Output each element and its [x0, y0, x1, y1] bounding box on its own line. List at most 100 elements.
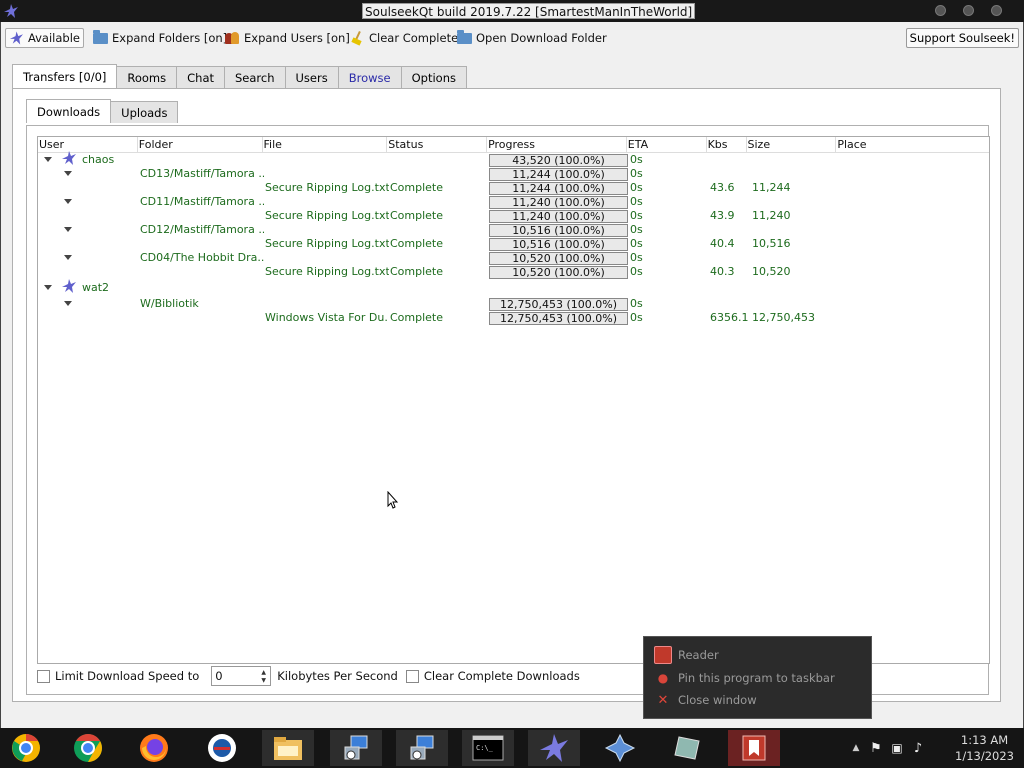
collapse-arrow-icon[interactable] [64, 171, 72, 176]
spin-up-icon[interactable]: ▲ [258, 668, 269, 676]
download-options-bar: Limit Download Speed to 0 ▲ ▼ Kilobytes … [37, 666, 580, 686]
opera-icon[interactable] [196, 730, 248, 766]
spin-down-icon[interactable]: ▼ [258, 676, 269, 684]
action-center-flag-icon[interactable]: ⚑ [866, 741, 886, 756]
column-folder[interactable]: Folder [138, 137, 263, 153]
jumplist-item-pin[interactable]: ● Pin this program to taskbar [654, 669, 835, 687]
file-name: Secure Ripping Log.txt [265, 209, 389, 222]
column-progress[interactable]: Progress [487, 137, 627, 153]
collapse-arrow-icon[interactable] [44, 157, 52, 162]
window-title: SoulseekQt build 2019.7.22 [SmartestManI… [362, 3, 696, 19]
folder-name: W/Bibliotik [140, 297, 199, 310]
file-row[interactable]: Windows Vista For Du... Complete 12,750,45… [38, 311, 989, 325]
show-hidden-icons-icon[interactable]: ▲ [846, 743, 866, 753]
progress-text: 10,520 (100.0%) [512, 266, 605, 279]
file-row[interactable]: Secure Ripping Log.txt Complete 11,240 (10… [38, 209, 989, 223]
network-tool-icon-2[interactable] [396, 730, 448, 766]
progress-text: 43,520 (100.0%) [512, 154, 605, 167]
user-row[interactable]: wat2 [38, 279, 989, 295]
soulseek-taskbar-icon[interactable] [528, 730, 580, 766]
jumplist-reader-label: Reader [678, 648, 719, 662]
column-size[interactable]: Size [747, 137, 837, 153]
clear-complete-button[interactable]: Clear Complete [348, 28, 461, 48]
jumplist-item-reader[interactable]: Reader [654, 646, 719, 664]
gamepad-icon[interactable] [594, 730, 646, 766]
file-row[interactable]: Secure Ripping Log.txt Complete 11,244 (10… [38, 181, 989, 195]
downloads-panel: User Folder File Status Progress ETA Kbs… [26, 125, 990, 695]
open-download-folder-button[interactable]: Open Download Folder [454, 28, 610, 48]
folder-name: CD12/Mastiff/Tamora ... [140, 223, 264, 236]
collapse-arrow-icon[interactable] [64, 199, 72, 204]
column-user[interactable]: User [38, 137, 138, 153]
tab-rooms[interactable]: Rooms [116, 66, 178, 88]
collapse-arrow-icon[interactable] [64, 255, 72, 260]
folder-row[interactable]: CD12/Mastiff/Tamora ... 10,516 (100.0%) 0s [38, 223, 989, 237]
network-icon[interactable]: ▣ [886, 741, 908, 755]
broom-icon [351, 31, 365, 45]
clear-complete-checkbox[interactable] [405, 669, 419, 683]
maximize-button[interactable] [963, 5, 974, 16]
tab-downloads[interactable]: Downloads [26, 99, 112, 123]
speed-spinbox[interactable]: 0 ▲ ▼ [211, 666, 272, 686]
size-text: 12,750,453 [752, 311, 815, 324]
file-row[interactable]: Secure Ripping Log.txt Complete 10,516 (10… [38, 237, 989, 251]
progress-text: 11,244 (100.0%) [512, 182, 605, 195]
tab-chat[interactable]: Chat [176, 66, 225, 88]
status-text: Complete [390, 265, 444, 278]
collapse-arrow-icon[interactable] [64, 227, 72, 232]
column-eta[interactable]: ETA [627, 137, 707, 153]
folder-row[interactable]: CD11/Mastiff/Tamora ... 11,240 (100.0%) 0s [38, 195, 989, 209]
expand-users-button[interactable]: Expand Users [on] [222, 28, 353, 48]
progress-text: 12,750,453 (100.0%) [499, 298, 617, 311]
tab-transfers[interactable]: Transfers [0/0] [12, 64, 118, 88]
eta-text: 0s [630, 297, 643, 310]
reader-taskbar-icon[interactable] [728, 730, 780, 766]
collapse-arrow-icon[interactable] [44, 285, 52, 290]
folder-row[interactable]: CD04/The Hobbit Dra... 10,520 (100.0%) 0s [38, 251, 989, 265]
column-place[interactable]: Place [836, 137, 989, 153]
progress-bar: 12,750,453 (100.0%) [489, 298, 628, 311]
file-name: Secure Ripping Log.txt [265, 265, 389, 278]
column-kbs[interactable]: Kbs [707, 137, 747, 153]
jumplist-item-close[interactable]: ✕ Close window [654, 691, 757, 709]
tab-browse[interactable]: Browse [337, 66, 402, 88]
kbs-text: 40.3 [710, 265, 735, 278]
downloads-table[interactable]: User Folder File Status Progress ETA Kbs… [37, 136, 990, 664]
collapse-arrow-icon[interactable] [64, 301, 72, 306]
tab-uploads[interactable]: Uploads [110, 101, 179, 123]
eta-text: 0s [630, 311, 643, 324]
folder-row[interactable]: CD13/Mastiff/Tamora ... 11,244 (100.0%) 0s [38, 167, 989, 181]
minimize-button[interactable] [935, 5, 946, 16]
firefox-icon[interactable] [128, 730, 180, 766]
status-text: Complete [390, 311, 444, 324]
folder-row[interactable]: W/Bibliotik 12,750,453 (100.0%) 0s [38, 297, 989, 311]
tablet-app-icon[interactable] [662, 730, 714, 766]
taskbar: C:\_ ▲ ⚑ ▣ ♪ 1:13 AM 1/13/2023 [0, 728, 1024, 768]
tab-options[interactable]: Options [400, 66, 467, 88]
tab-users[interactable]: Users [284, 66, 339, 88]
close-button[interactable] [991, 5, 1002, 16]
progress-bar: 43,520 (100.0%) [489, 154, 628, 167]
file-row[interactable]: Secure Ripping Log.txt Complete 10,520 (10… [38, 265, 989, 279]
file-explorer-icon[interactable] [262, 730, 314, 766]
title-bar: SoulseekQt build 2019.7.22 [SmartestManI… [0, 0, 1024, 22]
column-status[interactable]: Status [387, 137, 488, 153]
column-file[interactable]: File [263, 137, 388, 153]
expand-folders-button[interactable]: Expand Folders [on] [90, 28, 230, 48]
tab-search[interactable]: Search [224, 66, 286, 88]
chrome-canary-icon[interactable] [0, 730, 52, 766]
limit-speed-checkbox[interactable] [37, 669, 50, 683]
size-text: 11,244 [752, 181, 791, 194]
status-text: Complete [390, 237, 444, 250]
main-tabs: Transfers [0/0] Rooms Chat Search Users … [12, 64, 467, 88]
command-prompt-icon[interactable]: C:\_ [462, 730, 514, 766]
available-button[interactable]: Available [5, 28, 84, 48]
network-tool-icon[interactable] [330, 730, 382, 766]
size-text: 10,520 [752, 265, 791, 278]
taskbar-clock[interactable]: 1:13 AM 1/13/2023 [955, 732, 1014, 764]
chrome-icon[interactable] [62, 730, 114, 766]
support-soulseek-button[interactable]: Support Soulseek! [905, 28, 1019, 48]
eta-text: 0s [630, 237, 643, 250]
user-row[interactable]: chaos 43,520 (100.0%) 0s [38, 151, 989, 167]
volume-icon[interactable]: ♪ [908, 741, 928, 756]
